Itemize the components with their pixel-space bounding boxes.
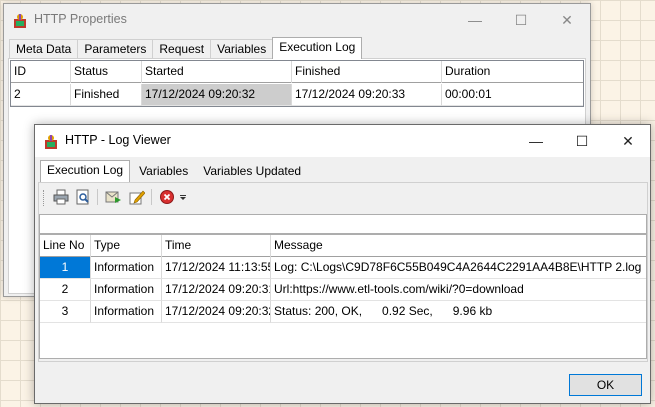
cell-time[interactable]: 17/12/2024 09:20:32 (162, 301, 271, 323)
tab-variables[interactable]: Variables (210, 39, 274, 59)
filter-input[interactable] (39, 214, 647, 234)
cell-type[interactable]: Information (91, 257, 162, 279)
title-bar[interactable]: HTTP - Log Viewer — ☐ ✕ (35, 125, 650, 157)
tab-variables[interactable]: Variables (129, 162, 198, 182)
tab-variables-updated[interactable]: Variables Updated (197, 162, 307, 182)
cell-type[interactable]: Information (91, 301, 162, 323)
send-mail-button[interactable] (103, 187, 123, 207)
cell-time[interactable]: 17/12/2024 09:20:31 (162, 279, 271, 301)
print-preview-button[interactable] (73, 187, 93, 207)
cell-time[interactable]: 17/12/2024 11:13:55 (162, 257, 271, 279)
column-header-status[interactable]: Status (71, 61, 142, 83)
toolbar-separator (151, 189, 152, 205)
tab-strip: Meta Data Parameters Request Variables E… (9, 37, 363, 59)
table-row[interactable]: 1 Information 17/12/2024 11:13:55 Log: C… (40, 257, 646, 279)
tab-execution-log[interactable]: Execution Log (40, 160, 131, 182)
maximize-button[interactable]: ☐ (559, 125, 605, 157)
table-header: Line No Type Time Message (40, 235, 646, 257)
print-icon (53, 189, 69, 205)
cell-message[interactable]: Status: 200, OK, 0.92 Sec, 9.96 kb (271, 301, 646, 323)
column-header-line-no[interactable]: Line No (40, 235, 91, 257)
toolbar-grip[interactable] (43, 190, 46, 206)
print-button[interactable] (51, 187, 71, 207)
stop-icon (160, 190, 174, 204)
minimize-icon: — (468, 12, 482, 28)
tab-panel: Line No Type Time Message 1 Information … (38, 182, 648, 362)
print-preview-icon (76, 189, 89, 205)
window-title: HTTP - Log Viewer (65, 133, 171, 147)
column-header-duration[interactable]: Duration (442, 61, 583, 83)
table-row[interactable]: 3 Information 17/12/2024 09:20:32 Status… (40, 301, 646, 323)
close-button[interactable]: ✕ (605, 125, 651, 157)
log-table[interactable]: Line No Type Time Message 1 Information … (39, 234, 647, 359)
dropdown-arrow-icon (180, 195, 186, 200)
window-title: HTTP Properties (34, 12, 127, 26)
cell-id[interactable]: 2 (11, 84, 71, 106)
toolbar-separator (97, 189, 98, 205)
column-header-id[interactable]: ID (11, 61, 71, 83)
column-header-time[interactable]: Time (162, 235, 271, 257)
toolbar-overflow-button[interactable] (177, 187, 189, 207)
cell-started[interactable]: 17/12/2024 09:20:32 (142, 84, 292, 106)
cell-message[interactable]: Log: C:\Logs\C9D78F6C55B049C4A2644C2291A… (271, 257, 646, 279)
tab-parameters[interactable]: Parameters (77, 39, 154, 59)
close-button[interactable]: ✕ (544, 4, 590, 36)
app-icon (45, 135, 57, 149)
close-icon: ✕ (561, 11, 573, 28)
cell-line-no[interactable]: 2 (40, 279, 91, 301)
column-header-started[interactable]: Started (142, 61, 292, 83)
table-header: ID Status Started Finished Duration (11, 61, 583, 83)
send-mail-icon (105, 191, 121, 203)
minimize-button[interactable]: — (513, 125, 559, 157)
cell-finished[interactable]: 17/12/2024 09:20:33 (292, 84, 442, 106)
cell-duration[interactable]: 00:00:01 (442, 84, 583, 106)
tab-strip: Execution Log Variables Variables Update… (40, 160, 307, 182)
ok-button[interactable]: OK (569, 374, 642, 396)
stop-button[interactable] (157, 187, 177, 207)
toolbar (41, 187, 211, 209)
log-viewer-window: HTTP - Log Viewer — ☐ ✕ Execution Log Va… (34, 124, 651, 404)
edit-button[interactable] (127, 187, 147, 207)
table-row[interactable]: 2 Information 17/12/2024 09:20:31 Url:ht… (40, 279, 646, 301)
app-icon (14, 14, 26, 28)
title-bar[interactable]: HTTP Properties — ☐ ✕ (4, 4, 590, 36)
cell-line-no[interactable]: 1 (40, 257, 91, 279)
execution-table[interactable]: ID Status Started Finished Duration 2 Fi… (10, 60, 584, 107)
column-header-type[interactable]: Type (91, 235, 162, 257)
maximize-button[interactable]: ☐ (498, 4, 544, 36)
maximize-icon: ☐ (575, 132, 589, 149)
close-icon: ✕ (622, 132, 634, 149)
column-header-message[interactable]: Message (271, 235, 646, 257)
cell-status[interactable]: Finished (71, 84, 142, 106)
tab-request[interactable]: Request (152, 39, 212, 59)
cell-message[interactable]: Url:https://www.etl-tools.com/wiki/?0=do… (271, 279, 646, 301)
tab-meta-data[interactable]: Meta Data (9, 39, 79, 59)
tab-execution-log[interactable]: Execution Log (272, 37, 363, 59)
table-row[interactable]: 2 Finished 17/12/2024 09:20:32 17/12/202… (11, 84, 583, 106)
column-header-finished[interactable]: Finished (292, 61, 442, 83)
maximize-icon: ☐ (514, 11, 528, 28)
cell-type[interactable]: Information (91, 279, 162, 301)
edit-icon (129, 190, 145, 205)
minimize-button[interactable]: — (452, 4, 498, 36)
minimize-icon: — (529, 133, 543, 149)
cell-line-no[interactable]: 3 (40, 301, 91, 323)
